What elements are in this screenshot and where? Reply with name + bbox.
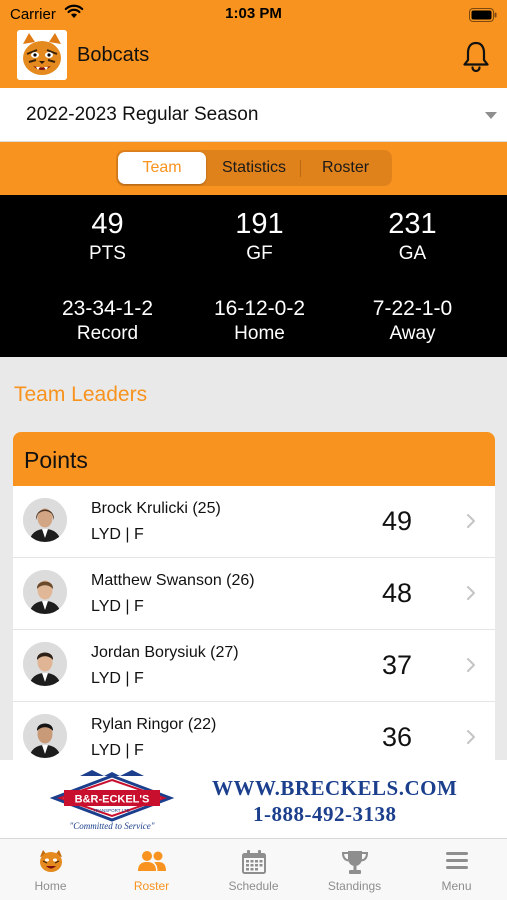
ad-url: WWW.BRECKELS.COM xyxy=(212,776,458,800)
clock: 1:03 PM xyxy=(225,5,282,22)
tab-roster[interactable]: Roster xyxy=(301,152,390,184)
chevron-right-icon xyxy=(466,729,476,750)
team-stats-panel: 49 PTS 191 GF 231 GA 23-34-1-2 Record 16… xyxy=(0,195,507,357)
tab-statistics[interactable]: Statistics xyxy=(208,152,300,184)
player-name: Rylan Ringor (22) xyxy=(91,716,217,733)
tab-standings-label: Standings xyxy=(327,879,382,893)
stat-pts: 49 PTS xyxy=(23,208,192,265)
player-name: Brock Krulicki (25) xyxy=(91,500,221,517)
avatar xyxy=(23,570,67,614)
stat-gf-value: 191 xyxy=(235,208,284,240)
avatar xyxy=(23,642,67,686)
status-bar: Carrier 1:03 PM xyxy=(0,0,507,30)
stat-ga: 231 GA xyxy=(328,208,497,265)
tab-menu-label: Menu xyxy=(441,879,472,893)
tab-menu[interactable]: Menu xyxy=(406,839,507,900)
player-row[interactable]: Jordan Borysiuk (27) LYD | F 37 xyxy=(13,630,495,702)
stat-away-value: 7-22-1-0 xyxy=(372,297,453,320)
player-points: 36 xyxy=(381,722,413,752)
player-row[interactable]: Brock Krulicki (25) LYD | F 49 xyxy=(13,486,495,558)
player-team-position: LYD | F xyxy=(91,670,144,687)
ad-slogan: "Committed to Service" xyxy=(69,821,154,831)
stat-home: 16-12-0-2 Home xyxy=(175,297,344,345)
battery-icon xyxy=(469,8,497,27)
people-icon xyxy=(137,849,167,878)
tab-standings[interactable]: Standings xyxy=(304,839,405,900)
team-leaders-heading: Team Leaders xyxy=(14,383,148,406)
tab-roster-label: Roster xyxy=(133,879,170,893)
card-title: Points xyxy=(24,447,88,473)
tab-schedule-label: Schedule xyxy=(228,879,279,893)
stat-pts-label: PTS xyxy=(89,243,126,264)
stat-gf-label: GF xyxy=(246,243,273,264)
bottom-tab-bar: Home Roster Schedule Standings Menu xyxy=(0,838,507,900)
chevron-right-icon xyxy=(466,585,476,606)
ad-banner[interactable]: B&R-ECKEL'S TRANSPORT LTD. "Committed to… xyxy=(0,760,507,838)
calendar-icon xyxy=(241,849,267,880)
breckels-logo: B&R-ECKEL'S TRANSPORT LTD. "Committed to… xyxy=(49,766,175,837)
stat-gf: 191 GF xyxy=(175,208,344,265)
stat-pts-value: 49 xyxy=(91,208,124,240)
season-label: 2022-2023 Regular Season xyxy=(26,104,259,125)
avatar xyxy=(23,498,67,542)
tab-home[interactable]: Home xyxy=(0,839,101,900)
player-team-position: LYD | F xyxy=(91,526,144,543)
stat-away: 7-22-1-0 Away xyxy=(328,297,497,345)
player-name: Jordan Borysiuk (27) xyxy=(91,644,239,661)
chevron-right-icon xyxy=(466,657,476,678)
bell-icon[interactable] xyxy=(461,40,491,77)
player-points: 49 xyxy=(381,506,413,536)
ad-brand-name: B&R-ECKEL'S xyxy=(75,794,150,806)
player-row[interactable]: Matthew Swanson (26) LYD | F 48 xyxy=(13,558,495,630)
player-points: 48 xyxy=(381,578,413,608)
season-dropdown[interactable]: 2022-2023 Regular Season xyxy=(0,88,507,142)
tab-roster-nav[interactable]: Roster xyxy=(101,839,202,900)
app-header: Bobcats xyxy=(0,30,507,88)
tab-strip: Team Statistics Roster xyxy=(0,142,507,195)
segmented-control: Team Statistics Roster xyxy=(116,150,392,186)
team-logo-icon xyxy=(37,849,65,878)
chevron-down-icon xyxy=(485,112,497,119)
ad-phone: 1-888-492-3138 xyxy=(253,802,397,826)
team-name: Bobcats xyxy=(77,44,150,66)
stat-away-label: Away xyxy=(389,323,436,344)
avatar xyxy=(23,714,67,758)
stat-record-value: 23-34-1-2 xyxy=(61,297,154,320)
points-leaders-card: Points Brock Krulicki (25) LYD | F 49 Ma… xyxy=(13,432,495,772)
tab-home-label: Home xyxy=(34,879,67,893)
player-team-position: LYD | F xyxy=(91,598,144,615)
player-name: Matthew Swanson (26) xyxy=(91,572,255,589)
hamburger-icon xyxy=(445,849,469,876)
tab-schedule[interactable]: Schedule xyxy=(203,839,304,900)
stat-record: 23-34-1-2 Record xyxy=(23,297,192,345)
card-header: Points xyxy=(13,432,495,486)
bobcats-logo xyxy=(17,30,67,80)
tab-team[interactable]: Team xyxy=(118,152,206,184)
stat-ga-value: 231 xyxy=(388,208,437,240)
ad-brand-sub: TRANSPORT LTD. xyxy=(93,808,131,813)
stat-ga-label: GA xyxy=(398,243,427,264)
player-team-position: LYD | F xyxy=(91,742,144,759)
chevron-right-icon xyxy=(466,513,476,534)
player-points: 37 xyxy=(381,650,413,680)
stat-home-value: 16-12-0-2 xyxy=(213,297,306,320)
trophy-icon xyxy=(341,849,369,880)
stat-record-label: Record xyxy=(76,323,139,344)
stat-home-label: Home xyxy=(234,323,285,344)
